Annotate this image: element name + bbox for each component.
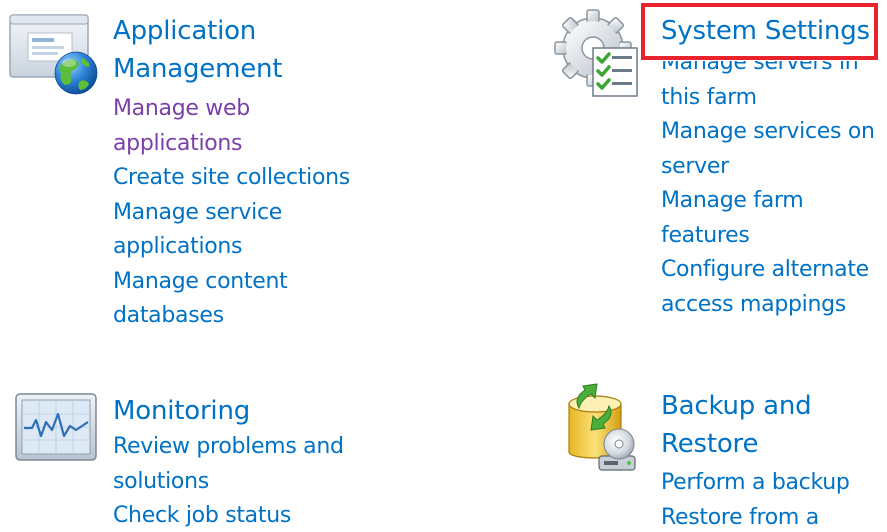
manage-service-applications-link[interactable]: Manage service applications	[113, 200, 282, 260]
monitor-chart-icon	[14, 392, 100, 464]
list-item: Configure alternate access mappings	[661, 253, 887, 322]
application-management-title-line1: Application	[113, 16, 257, 46]
manage-web-applications-link[interactable]: Manage web applications	[113, 96, 250, 156]
backup-restore-title-line1: Backup and	[661, 391, 812, 421]
backup-restore-title[interactable]: Backup and Restore	[661, 387, 812, 463]
browser-globe-icon	[8, 13, 104, 97]
list-item: Restore from a	[661, 501, 881, 532]
application-management-title[interactable]: Application Management	[113, 12, 282, 88]
perform-backup-link[interactable]: Perform a backup	[661, 470, 850, 495]
manage-servers-link[interactable]: Manage servers in this farm	[661, 61, 859, 110]
configure-aam-link[interactable]: Configure alternate access mappings	[661, 257, 869, 317]
list-item: Manage farm features	[661, 184, 887, 253]
application-management-links: Manage web applications Create site coll…	[113, 92, 383, 334]
check-job-status-link[interactable]: Check job status	[113, 503, 291, 528]
manage-services-link[interactable]: Manage services on server	[661, 119, 875, 179]
database-sync-icon	[555, 382, 651, 478]
central-admin-page: Application Management Manage web applic…	[0, 0, 887, 532]
monitoring-title[interactable]: Monitoring	[113, 392, 250, 430]
manage-content-databases-link[interactable]: Manage content databases	[113, 269, 288, 329]
list-item: Manage servers in this farm	[661, 61, 887, 115]
list-item: Review problems and solutions	[113, 430, 383, 499]
system-settings-links-viewport: Manage servers in this farm Manage servi…	[661, 61, 887, 332]
gear-checklist-icon	[553, 8, 649, 104]
review-problems-link[interactable]: Review problems and solutions	[113, 434, 344, 494]
monitoring-links: Review problems and solutions Check job …	[113, 430, 383, 532]
restore-from-link[interactable]: Restore from a	[661, 505, 819, 530]
backup-restore-links: Perform a backup Restore from a	[661, 466, 881, 532]
backup-restore-title-line2: Restore	[661, 429, 759, 459]
application-management-title-line2: Management	[113, 54, 283, 84]
list-item: Manage services on server	[661, 115, 887, 184]
list-item: Manage web applications	[113, 92, 383, 161]
create-site-collections-link[interactable]: Create site collections	[113, 165, 350, 190]
list-item: Create site collections	[113, 161, 383, 196]
list-item: Manage content databases	[113, 265, 383, 334]
manage-farm-features-link[interactable]: Manage farm features	[661, 188, 804, 248]
system-settings-links: Manage servers in this farm Manage servi…	[661, 61, 887, 322]
list-item: Manage service applications	[113, 196, 383, 265]
system-settings-title[interactable]: System Settings	[661, 12, 870, 50]
list-item: Check job status	[113, 499, 383, 532]
list-item: Perform a backup	[661, 466, 881, 501]
